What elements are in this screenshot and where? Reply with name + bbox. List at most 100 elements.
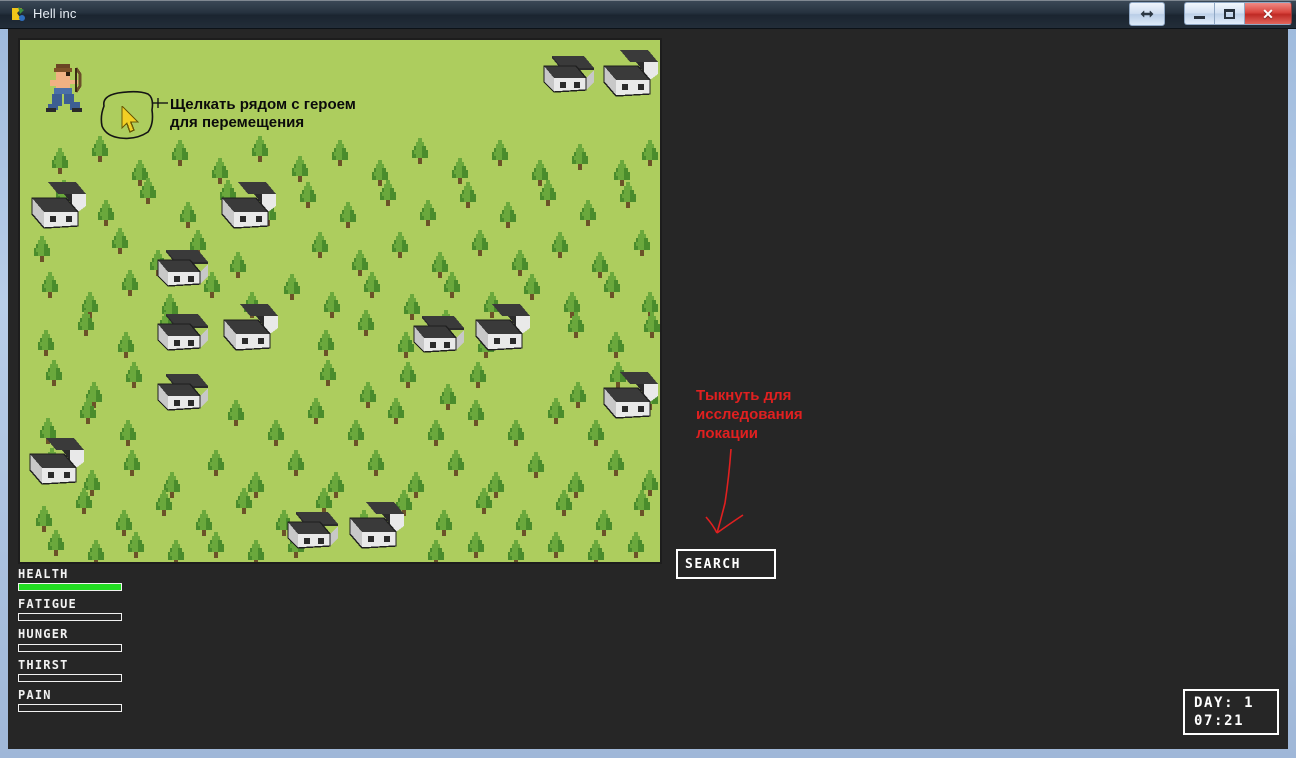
tree-sprite [550, 232, 570, 258]
stat-bar [18, 613, 122, 622]
search-hint-line-1: Тыкнуть для [696, 387, 792, 404]
tree-sprite [250, 136, 270, 162]
tree-sprite [640, 140, 660, 166]
tree-sprite [442, 272, 462, 298]
tree-sprite [466, 400, 486, 426]
tree-sprite [618, 182, 638, 208]
tree-sprite [418, 200, 438, 226]
tree-sprite [510, 250, 530, 276]
tree-sprite [154, 490, 174, 516]
house-sprite[interactable] [284, 508, 340, 559]
house-sprite[interactable] [600, 370, 660, 431]
house-sprite[interactable] [540, 52, 596, 103]
search-hint-line-2: исследования [696, 405, 803, 423]
search-hint-arrow-icon [705, 448, 744, 534]
day-clock-panel: DAY: 1 07:21 [1183, 689, 1279, 735]
house-sprite[interactable] [26, 436, 86, 497]
search-button[interactable]: SEARCH [676, 549, 776, 579]
game-viewport[interactable]: Щелкать рядом с героем для перемещения Т… [8, 29, 1288, 749]
stat-bar-fill [19, 584, 121, 591]
tree-sprite [40, 272, 60, 298]
tree-sprite [466, 532, 486, 558]
tree-sprite [594, 510, 614, 536]
tree-sprite [606, 332, 626, 358]
tree-sprite [578, 200, 598, 226]
stat-label: FATIGUE [18, 597, 77, 612]
tree-sprite [138, 178, 158, 204]
tree-sprite [426, 540, 446, 562]
house-sprite[interactable] [154, 370, 210, 421]
tree-sprite [166, 540, 186, 562]
resize-arrows-icon[interactable] [1129, 2, 1165, 26]
house-sprite[interactable] [154, 246, 210, 297]
tree-sprite [410, 138, 430, 164]
tree-sprite [362, 272, 382, 298]
tree-sprite [246, 540, 266, 562]
tree-sprite [626, 532, 646, 558]
stat-hunger: HUNGER [18, 627, 138, 652]
tree-sprite [206, 532, 226, 558]
tree-sprite [228, 252, 248, 278]
tree-sprite [506, 540, 526, 562]
tree-sprite [498, 202, 518, 228]
stats-panel: HEALTH FATIGUE HUNGER THIRST PAIN [18, 567, 138, 719]
tree-sprite [474, 488, 494, 514]
close-button[interactable]: ✕ [1244, 2, 1292, 25]
tree-sprite [306, 398, 326, 424]
house-sprite[interactable] [28, 180, 88, 241]
window-controls: ✕ [1184, 2, 1292, 25]
tree-sprite [318, 360, 338, 386]
house-sprite[interactable] [218, 180, 278, 241]
tree-sprite [126, 532, 146, 558]
search-button-label: SEARCH [685, 556, 741, 572]
stat-label: PAIN [18, 687, 52, 702]
window-titlebar[interactable]: Hell inc ✕ [0, 0, 1296, 29]
tree-sprite [346, 420, 366, 446]
tree-sprite [632, 490, 652, 516]
tree-sprite [358, 382, 378, 408]
stat-health: HEALTH [18, 567, 138, 592]
search-hint-line-3: локации [696, 424, 759, 442]
stat-fatigue: FATIGUE [18, 597, 138, 622]
stat-label: HEALTH [18, 567, 69, 581]
game-map[interactable]: Щелкать рядом с героем для перемещения [18, 38, 662, 564]
minimize-button[interactable] [1184, 2, 1214, 25]
tree-sprite [338, 202, 358, 228]
time-display: 07:21 [1194, 713, 1245, 729]
house-sprite[interactable] [410, 312, 466, 363]
house-sprite[interactable] [220, 302, 280, 363]
tree-sprite [642, 312, 660, 338]
move-hint-line-2: для перемещения [170, 114, 305, 132]
tree-sprite [330, 140, 350, 166]
tree-sprite [76, 310, 96, 336]
maximize-button[interactable] [1214, 2, 1244, 25]
tree-sprite [34, 506, 54, 532]
tree-sprite [566, 312, 586, 338]
tree-sprite [426, 420, 446, 446]
tree-sprite [490, 140, 510, 166]
stat-bar [18, 703, 122, 712]
tree-sprite [282, 274, 302, 300]
hero-sprite[interactable] [42, 62, 86, 119]
tree-sprite [446, 450, 466, 476]
house-sprite[interactable] [472, 302, 532, 363]
tree-sprite [386, 398, 406, 424]
tree-sprite [514, 510, 534, 536]
stat-bar [18, 643, 122, 652]
tree-sprite [546, 532, 566, 558]
stat-bar [18, 583, 122, 592]
tree-sprite [226, 400, 246, 426]
house-sprite[interactable] [346, 500, 406, 561]
search-hint-annotation: Тыкнуть для исследования локации [696, 387, 876, 443]
tree-sprite [124, 362, 144, 388]
tree-sprite [526, 452, 546, 478]
tree-sprite [286, 450, 306, 476]
stat-label: HUNGER [18, 627, 69, 642]
tree-sprite [438, 384, 458, 410]
tree-sprite [366, 450, 386, 476]
house-sprite[interactable] [600, 48, 660, 109]
house-sprite[interactable] [154, 310, 210, 361]
tree-sprite [36, 330, 56, 356]
tree-sprite [206, 450, 226, 476]
tree-sprite [322, 292, 342, 318]
